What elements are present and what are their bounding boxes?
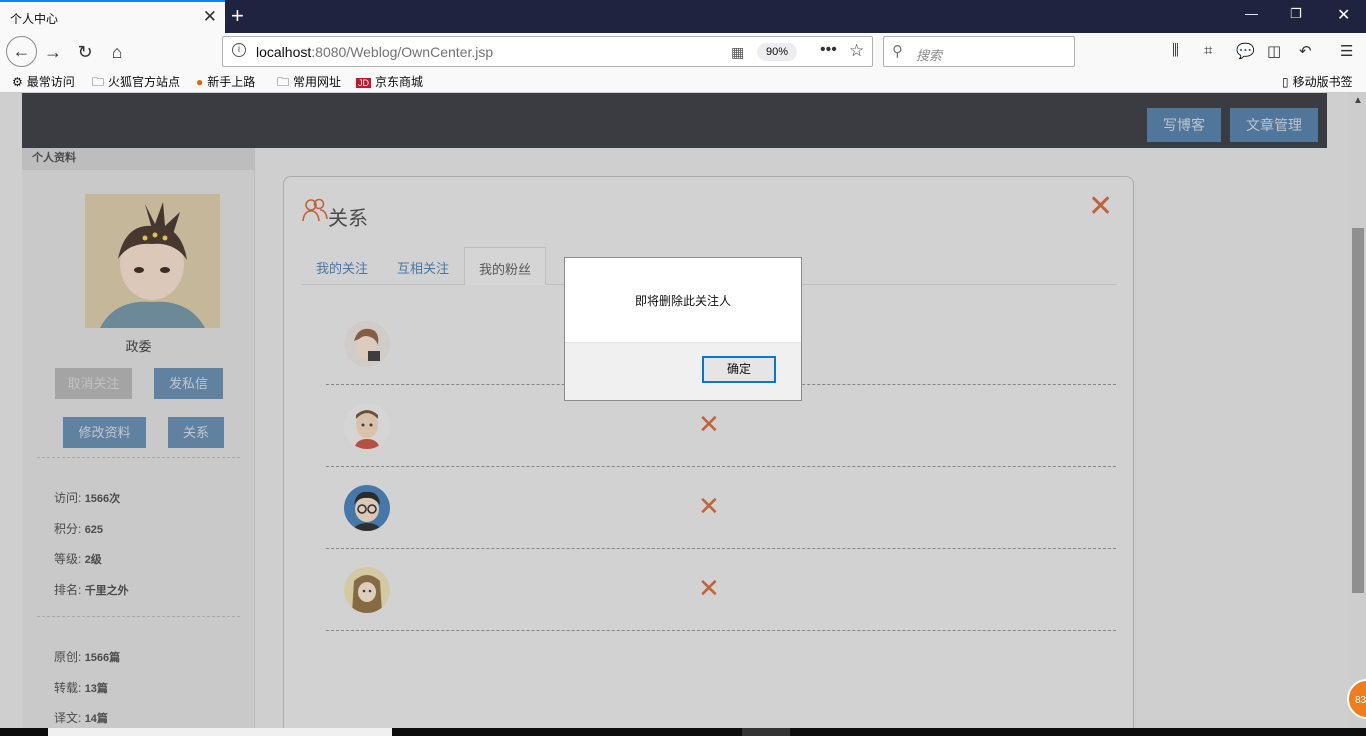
qr-code-icon[interactable]: ▦ xyxy=(731,44,744,61)
taskbar-segment xyxy=(48,728,392,736)
library-icon[interactable]: ⫼ xyxy=(1172,42,1179,59)
back-icon[interactable]: ← xyxy=(6,36,37,67)
site-info-icon[interactable]: i xyxy=(232,43,246,57)
bookmark-star-icon[interactable]: ☆ xyxy=(849,41,864,61)
jd-icon: JD xyxy=(356,78,371,88)
phone-icon: ▯ xyxy=(1282,75,1289,89)
bookmark-common-sites[interactable]: 🗀 常用网址 xyxy=(277,73,341,94)
tab-close-icon[interactable]: ✕ xyxy=(203,7,217,27)
dialog-footer: 确定 xyxy=(565,342,801,400)
gear-icon: ⚙ xyxy=(12,75,23,89)
window-close-icon[interactable]: ✕ xyxy=(1337,5,1350,25)
reload-icon[interactable]: ↻ xyxy=(70,37,100,67)
folder-icon: 🗀 xyxy=(92,75,105,89)
new-tab-icon[interactable]: + xyxy=(231,3,244,29)
url-host: localhost xyxy=(256,44,312,60)
forward-icon[interactable]: → xyxy=(38,37,68,67)
page-scrollbar[interactable]: ▲ xyxy=(1350,93,1366,728)
undo-icon[interactable]: ↶ xyxy=(1299,42,1312,60)
search-placeholder: 搜索 xyxy=(916,48,943,63)
minimize-icon[interactable]: — xyxy=(1245,6,1258,21)
screenshot-icon[interactable]: ⌗ xyxy=(1204,42,1212,59)
modal-overlay xyxy=(0,93,1350,728)
bookmark-mobile[interactable]: ▯ 移动版书签 xyxy=(1282,73,1353,90)
ok-button[interactable]: 确定 xyxy=(702,356,776,383)
bookmark-label: 火狐官方站点 xyxy=(108,75,181,89)
folder-icon: 🗀 xyxy=(277,75,290,89)
bookmark-label: 京东商城 xyxy=(375,75,424,89)
url-text: localhost:8080/Weblog/OwnCenter.jsp xyxy=(256,44,493,60)
search-icon: ⚲ xyxy=(892,43,903,60)
sidebar-icon[interactable]: ◫ xyxy=(1267,42,1281,60)
navigation-bar: ← → ↻ ⌂ i localhost:8080/Weblog/OwnCente… xyxy=(0,33,1366,71)
taskbar xyxy=(0,728,1366,736)
taskbar-segment xyxy=(742,728,790,736)
bookmark-firefox-site[interactable]: 🗀 火狐官方站点 xyxy=(92,73,180,94)
menu-icon[interactable]: ☰ xyxy=(1340,42,1353,60)
bookmark-most-visited[interactable]: ⚙ 最常访问 xyxy=(12,73,75,90)
bookmark-jd[interactable]: JD 京东商城 xyxy=(356,73,423,90)
bookmark-getting-started[interactable]: ● 新手上路 xyxy=(196,73,255,90)
tab-title: 个人中心 xyxy=(10,12,59,26)
bookmark-label: 移动版书签 xyxy=(1292,75,1353,89)
search-input[interactable]: ⚲ 搜索 xyxy=(883,36,1075,67)
zoom-badge[interactable]: 90% xyxy=(757,43,797,61)
url-bar[interactable]: i localhost:8080/Weblog/OwnCenter.jsp ▦ … xyxy=(222,36,873,67)
url-path: :8080/Weblog/OwnCenter.jsp xyxy=(311,44,494,60)
bookmark-label: 常用网址 xyxy=(293,75,342,89)
chat-icon[interactable]: 💬 xyxy=(1236,42,1255,60)
bookmark-label: 最常访问 xyxy=(26,75,75,89)
page-actions-icon[interactable]: ••• xyxy=(820,41,837,59)
dialog-message: 即将删除此关注人 xyxy=(634,294,731,308)
firefox-icon: ● xyxy=(196,75,204,89)
browser-tab-bar: 个人中心 ✕ + — ❐ ✕ xyxy=(0,0,1366,33)
scrollbar-thumb[interactable] xyxy=(1352,228,1364,593)
restore-icon[interactable]: ❐ xyxy=(1290,6,1302,22)
bookmarks-bar: ⚙ 最常访问 🗀 火狐官方站点 ● 新手上路 🗀 常用网址 JD 京东商城 ▯ 移动版书签 xyxy=(0,71,1366,93)
bookmark-label: 新手上路 xyxy=(207,75,256,89)
confirm-dialog: 即将删除此关注人 确定 xyxy=(564,257,802,401)
browser-tab[interactable]: 个人中心 ✕ xyxy=(0,0,225,33)
scroll-up-icon[interactable]: ▲ xyxy=(1353,95,1363,106)
home-icon[interactable]: ⌂ xyxy=(102,37,132,67)
